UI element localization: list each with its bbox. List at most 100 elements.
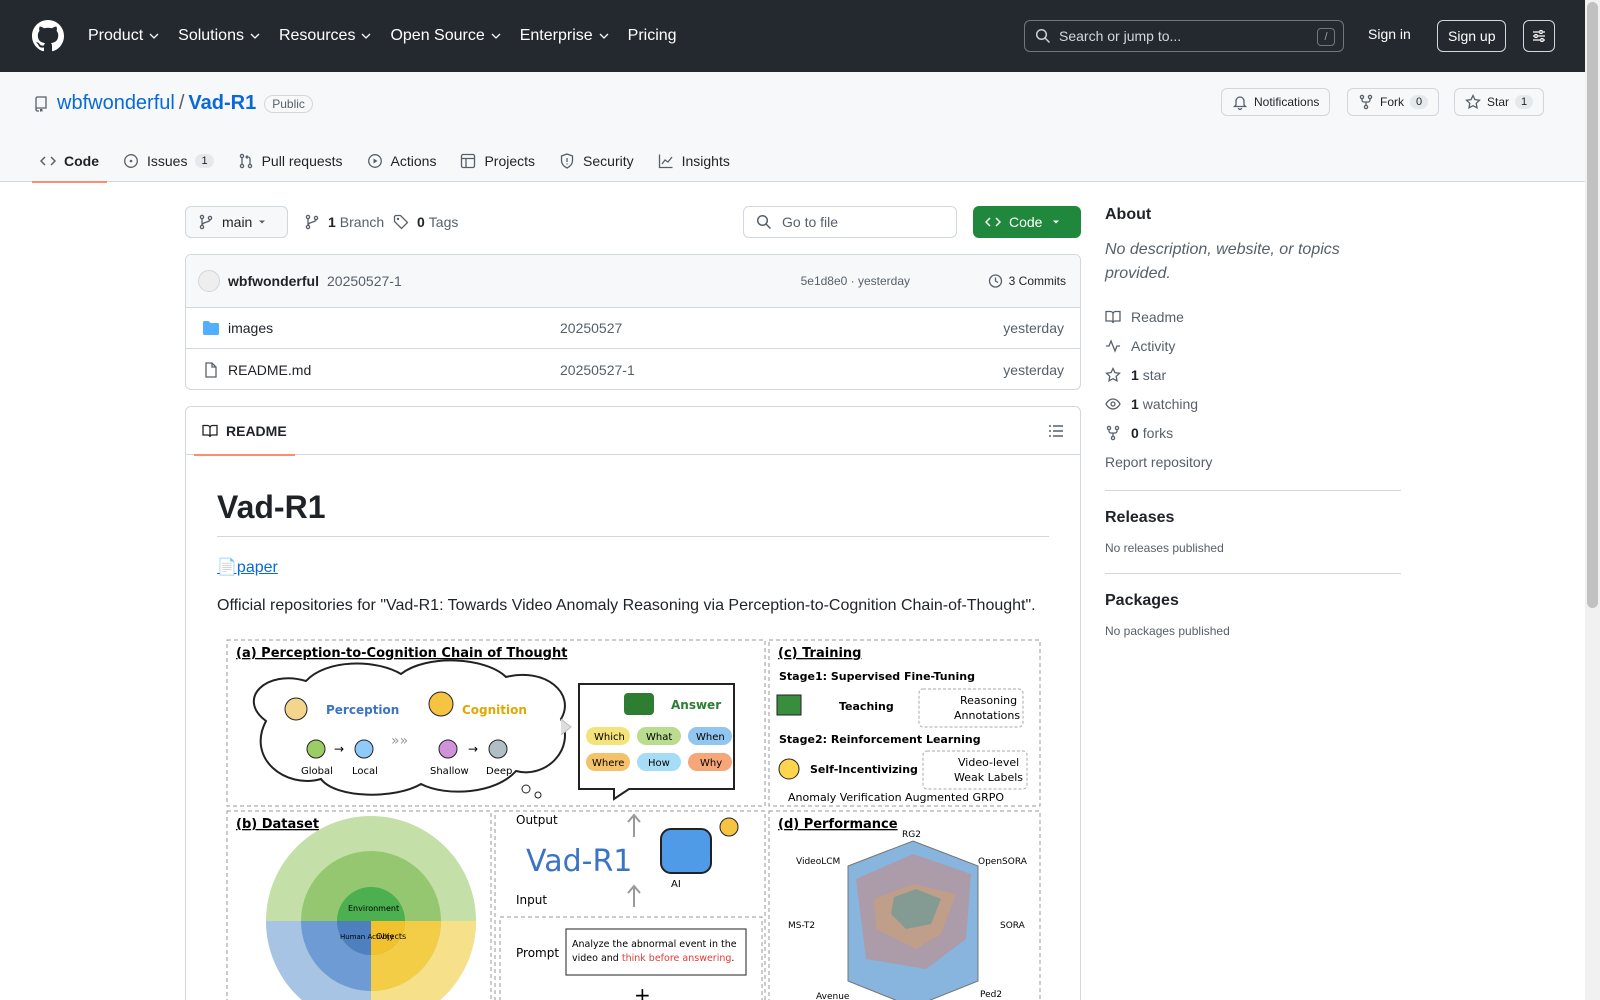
repo-tabs: Code Issues 1 Pull requests Actions Proj… xyxy=(32,139,746,183)
search-input[interactable]: Search or jump to... / xyxy=(1024,20,1344,52)
prompt-text-highlight: think before answering xyxy=(622,953,732,964)
fork-button[interactable]: Fork 0 xyxy=(1347,88,1440,116)
stars-link[interactable]: 1 star xyxy=(1105,360,1401,389)
local-label: Local xyxy=(352,766,378,777)
report-repository-label: Report repository xyxy=(1105,453,1213,470)
nav-enterprise[interactable]: Enterprise xyxy=(520,27,610,45)
branch-select-button[interactable]: main xyxy=(185,206,288,238)
branches-link[interactable]: 1 Branch xyxy=(304,214,384,230)
triangle-down-icon xyxy=(1053,220,1059,224)
shield-icon xyxy=(560,152,574,169)
commit-message-link[interactable]: 20250527-1 xyxy=(327,273,402,289)
prompt-text-end: . xyxy=(731,953,734,964)
repo-title: wbfwonderful / Vad-R1 Public xyxy=(33,92,313,115)
file-commit-message-link[interactable]: 20250527-1 xyxy=(560,362,635,378)
github-logo-icon[interactable] xyxy=(32,20,64,52)
table-row[interactable]: README.md 20250527-1 yesterday xyxy=(186,349,1080,389)
page-scrollbar[interactable] xyxy=(1585,0,1600,1000)
code-icon xyxy=(985,217,1001,227)
nav-open-source[interactable]: Open Source xyxy=(390,27,501,45)
commit-hash-link[interactable]: 5e1d8e0 · yesterday xyxy=(801,274,910,288)
output-label: Output xyxy=(516,813,558,827)
book-icon xyxy=(1105,310,1121,323)
file-commit-message-link[interactable]: 20250527 xyxy=(560,320,622,336)
dataset-environment-label: Environment xyxy=(348,904,399,913)
tab-issues[interactable]: Issues 1 xyxy=(115,139,222,182)
notifications-label: Notifications xyxy=(1254,95,1320,109)
nav-pricing[interactable]: Pricing xyxy=(628,27,677,45)
model-name-label: Vad-R1 xyxy=(526,844,632,879)
fork-icon xyxy=(1359,94,1373,110)
nav-label: Enterprise xyxy=(519,27,593,44)
dataset-objects-label: Objects xyxy=(376,932,406,941)
readme-tab[interactable]: README xyxy=(194,407,295,456)
nav-resources[interactable]: Resources xyxy=(279,27,372,45)
radar-label: MS-T2 xyxy=(788,921,815,931)
question-word: How xyxy=(648,758,670,769)
radar-label: VideoLCM xyxy=(796,857,840,867)
arrow-up-icon xyxy=(627,884,641,907)
readme-link[interactable]: Readme xyxy=(1105,302,1401,331)
watchers-link[interactable]: 1 watching xyxy=(1105,389,1401,418)
settings-menu-button[interactable] xyxy=(1523,20,1555,52)
tab-actions[interactable]: Actions xyxy=(359,139,445,182)
audio-wave-icon xyxy=(624,693,654,715)
file-timestamp: yesterday xyxy=(1003,320,1064,336)
tab-label: Actions xyxy=(390,152,437,169)
teacher-board-icon xyxy=(776,694,802,716)
radar-label: RG2 xyxy=(902,830,921,840)
forks-link[interactable]: 0 forks xyxy=(1105,418,1401,447)
shallow-label: Shallow xyxy=(430,766,469,777)
nav-product[interactable]: Product xyxy=(88,27,160,45)
packages-title[interactable]: Packages xyxy=(1105,592,1401,610)
tab-code[interactable]: Code xyxy=(32,139,107,183)
packages-empty-text: No packages published xyxy=(1105,624,1230,638)
readme-tab-label: README xyxy=(226,423,287,439)
code-dropdown-button[interactable]: Code xyxy=(973,206,1081,238)
input-label: Input xyxy=(516,893,547,907)
forks-label: forks xyxy=(1142,424,1174,441)
prompt-text-line1: Analyze the abnormal event in the xyxy=(572,939,737,950)
commit-author-link[interactable]: wbfwonderful xyxy=(228,273,319,289)
tag-count: 0 xyxy=(417,214,425,230)
sign-up-button[interactable]: Sign up xyxy=(1437,20,1507,52)
tags-link[interactable]: 0 Tags xyxy=(393,214,458,230)
file-name-link[interactable]: README.md xyxy=(228,362,311,378)
tab-pull-requests[interactable]: Pull requests xyxy=(230,139,351,182)
notifications-button[interactable]: Notifications xyxy=(1221,88,1331,116)
eye-icon xyxy=(284,697,308,721)
question-word: When xyxy=(696,732,725,743)
file-name-link[interactable]: images xyxy=(228,320,273,336)
issues-count: 1 xyxy=(195,153,214,168)
scrollbar-thumb[interactable] xyxy=(1587,2,1598,608)
book-icon xyxy=(202,424,218,438)
sign-in-link[interactable]: Sign in xyxy=(1368,26,1411,42)
commits-history-link[interactable]: 3 Commits xyxy=(987,273,1066,289)
releases-title[interactable]: Releases xyxy=(1105,509,1401,527)
star-button[interactable]: Star 1 xyxy=(1454,88,1545,116)
branch-label: Branch xyxy=(339,214,385,230)
file-list: wbfwonderful 20250527-1 5e1d8e0 · yester… xyxy=(185,254,1081,390)
tab-security[interactable]: Security xyxy=(551,139,642,182)
list-unordered-icon[interactable] xyxy=(1048,423,1064,439)
repo-name-link[interactable]: Vad-R1 xyxy=(188,92,256,115)
cognition-label: Cognition xyxy=(462,703,527,717)
panel-c-title: (c) Training xyxy=(778,646,861,661)
repo-owner-link[interactable]: wbfwonderful xyxy=(57,92,175,115)
paper-link[interactable]: 📄paper xyxy=(217,557,278,577)
repo-icon xyxy=(35,95,47,112)
go-to-file-input[interactable]: Go to file xyxy=(743,206,957,238)
table-row[interactable]: images 20250527 yesterday xyxy=(186,308,1080,349)
graph-icon xyxy=(658,154,673,168)
avatar[interactable] xyxy=(198,270,220,292)
tab-projects[interactable]: Projects xyxy=(452,139,543,182)
star-label: Star xyxy=(1487,95,1510,109)
report-repository-link[interactable]: Report repository xyxy=(1105,447,1401,476)
arrow-right-icon xyxy=(560,718,572,736)
activity-link[interactable]: Activity xyxy=(1105,331,1401,360)
triangle-down-icon xyxy=(259,220,265,224)
answer-label: Answer xyxy=(671,698,721,712)
lightbulb-icon xyxy=(719,817,739,837)
nav-solutions[interactable]: Solutions xyxy=(178,27,261,45)
tab-insights[interactable]: Insights xyxy=(650,139,738,182)
